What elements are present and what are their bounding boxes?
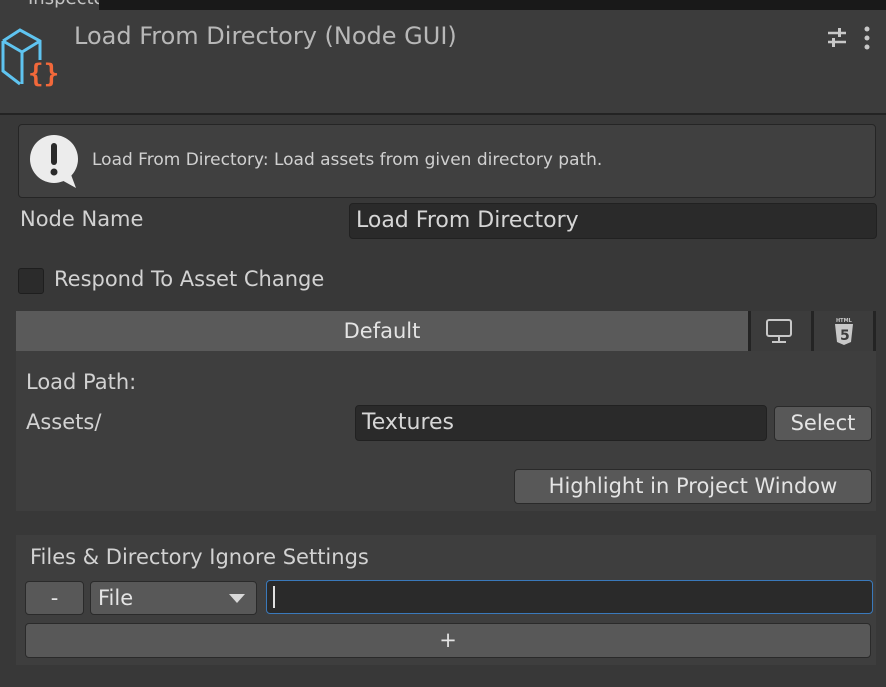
text-cursor xyxy=(273,586,275,608)
assets-prefix: Assets/ xyxy=(26,410,102,434)
highlight-in-project-button[interactable]: Highlight in Project Window xyxy=(514,469,872,504)
more-menu-icon[interactable] xyxy=(862,25,872,51)
help-message: Load From Directory: Load assets from gi… xyxy=(92,150,603,170)
svg-text:5: 5 xyxy=(840,328,850,344)
cube-braces-icon: {} xyxy=(1,28,59,88)
respond-label: Respond To Asset Change xyxy=(54,267,325,291)
component-title: Load From Directory (Node GUI) xyxy=(74,22,457,50)
node-name-label: Node Name xyxy=(20,207,144,231)
svg-text:{}: {} xyxy=(28,59,59,88)
tab-default[interactable]: Default xyxy=(16,311,748,351)
info-warning-icon xyxy=(30,135,78,188)
add-ignore-button[interactable]: + xyxy=(25,623,871,658)
select-button[interactable]: Select xyxy=(774,406,872,441)
ignore-pattern-input[interactable] xyxy=(266,580,873,614)
ignore-type-value: File xyxy=(98,586,134,610)
tab-divider xyxy=(811,311,814,351)
svg-text:HTML: HTML xyxy=(836,318,853,324)
ignore-type-dropdown[interactable]: File xyxy=(90,581,257,615)
monitor-icon[interactable] xyxy=(765,318,795,344)
preset-settings-icon[interactable] xyxy=(826,27,848,49)
ignore-settings-title: Files & Directory Ignore Settings xyxy=(30,545,369,569)
load-path-label: Load Path: xyxy=(26,370,137,394)
tab-inspector[interactable]: Inspector xyxy=(0,0,99,10)
respond-checkbox[interactable] xyxy=(18,268,44,294)
chevron-down-icon xyxy=(229,594,245,603)
remove-ignore-button[interactable]: - xyxy=(25,581,84,615)
html5-icon[interactable]: HTML 5 xyxy=(833,316,857,346)
tab-bar xyxy=(0,0,886,10)
node-name-input[interactable]: Load From Directory xyxy=(349,203,877,239)
load-path-input[interactable]: Textures xyxy=(355,405,767,441)
